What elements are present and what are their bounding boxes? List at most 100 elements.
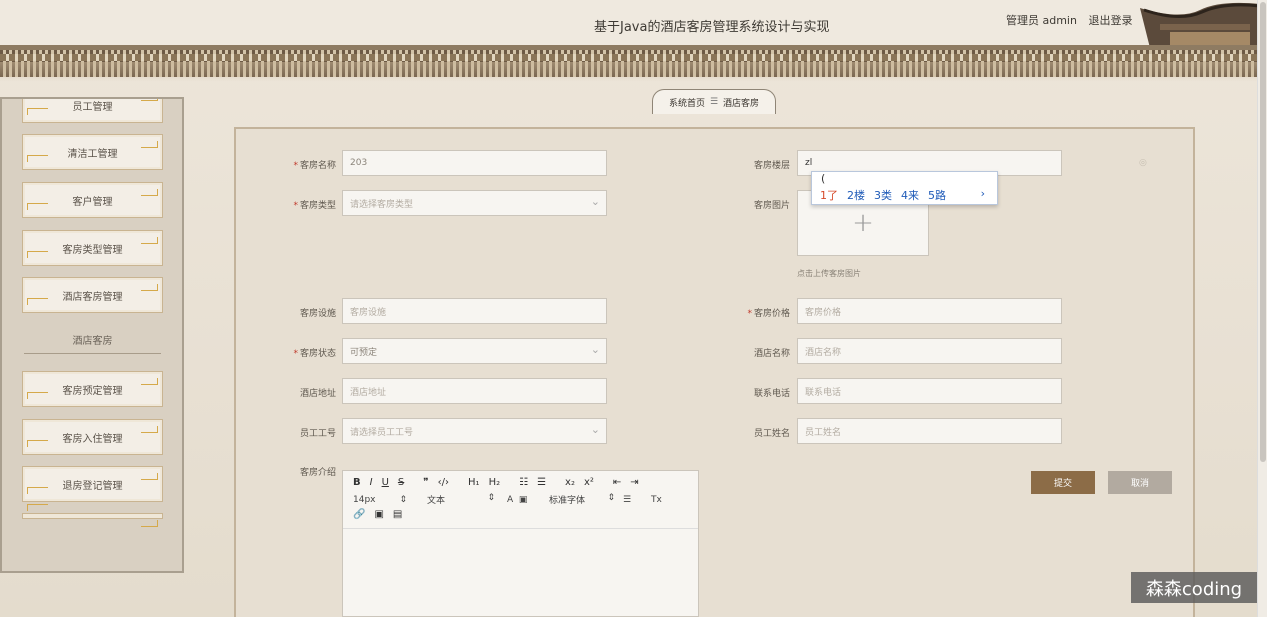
bold-icon[interactable]: B [353,477,361,488]
required-mark: * [293,349,298,359]
ime-candidate[interactable]: 1了 [820,187,838,203]
sidebar-item-label: 客房类型管理 [62,244,123,256]
room-name-label: * 客房名称 [293,161,336,171]
link-icon[interactable]: 🔗 [353,509,365,520]
breadcrumb-separator-icon: ☰ [709,97,719,107]
h2-icon[interactable]: H₂ [489,477,501,488]
hotel-name-input[interactable]: 酒店名称 [797,338,1062,364]
submit-button[interactable]: 提交 [1031,471,1095,494]
required-mark: * [747,309,752,319]
room-floor-label: 客房楼层 [753,161,790,171]
intro-label: 客房介绍 [299,468,336,478]
room-name-input[interactable]: 203 [342,150,607,176]
facilities-label: 客房设施 [299,309,336,319]
scrollbar-thumb[interactable] [1260,2,1266,462]
facilities-input[interactable]: 客房设施 [342,298,607,324]
sidebar-divider [24,353,161,354]
page-scrollbar[interactable] [1257,0,1267,617]
sidebar-item-hotel-room[interactable]: 酒店客房管理 [22,277,163,313]
ime-candidate[interactable]: 3类 [874,187,892,203]
quote-icon[interactable]: ❞ [423,477,428,488]
status-select[interactable]: 可预定 [342,338,607,364]
eye-icon: ◎ [1139,158,1147,168]
sidebar-item-label: 清洁工管理 [67,148,118,160]
sidebar-item-staff[interactable]: 员工管理 [22,99,163,123]
sidebar-item-label: 客户管理 [72,196,113,208]
plus-icon: + [852,208,874,238]
system-title: 基于Java的酒店客房管理系统设计与实现 [594,20,830,35]
sidebar-item-label: 客房入住管理 [62,433,123,445]
page: 基于Java的酒店客房管理系统设计与实现 管理员 admin 退出登录 员工管理… [0,0,1267,617]
sidebar-item-label: 退房登记管理 [62,480,123,492]
ime-candidate-popup: ( 1了 2楼 3类 4来 5路 › [811,171,998,205]
roof-decoration-icon [1140,2,1260,48]
hotel-address-input[interactable]: 酒店地址 [342,378,607,404]
staff-name-label: 员工姓名 [753,429,790,439]
upload-hint: 点击上传客房图片 [797,269,861,278]
sidebar-item-booking[interactable]: 客房预定管理 [22,371,163,407]
staff-name-input[interactable]: 员工姓名 [797,418,1062,444]
ime-candidate[interactable]: 4来 [901,187,919,203]
header: 基于Java的酒店客房管理系统设计与实现 管理员 admin 退出登录 [0,0,1267,48]
watermark: 森森coding [1131,572,1257,603]
room-type-select[interactable]: 请选择客房类型 [342,190,607,216]
toolbar-row: B I U S ❞ ‹/› H₁ H₂ ☷ ☰ x₂ x² ⇤ ⇥ [353,477,639,488]
indent-icon[interactable]: ⇥ [630,477,638,488]
editor-toolbar: B I U S ❞ ‹/› H₁ H₂ ☷ ☰ x₂ x² ⇤ ⇥ 14px ⇕… [343,471,698,529]
superscript-icon[interactable]: x² [584,477,594,488]
logout-link[interactable]: 退出登录 [1088,14,1132,27]
phone-input[interactable]: 联系电话 [797,378,1062,404]
ime-candidates: 1了 2楼 3类 4来 5路 [820,187,946,203]
toolbar-row: 14px ⇕ 文本 ⇕ A ▣ 标准字体 ⇕ ☰ Tx [353,493,662,506]
sidebar-item-checkout[interactable]: 退房登记管理 [22,466,163,502]
rich-text-editor[interactable]: B I U S ❞ ‹/› H₁ H₂ ☷ ☰ x₂ x² ⇤ ⇥ 14px ⇕… [342,470,699,617]
staff-id-select[interactable]: 请选择员工工号 [342,418,607,444]
image-icon[interactable]: ▣ [374,509,383,520]
user-area: 管理员 admin 退出登录 [1006,12,1140,28]
underline-icon[interactable]: U [382,477,389,488]
sidebar: 员工管理 清洁工管理 客户管理 客房类型管理 酒店客房管理 酒店客房 客房预定管… [0,97,184,573]
subscript-icon[interactable]: x₂ [565,477,575,488]
hotel-name-label: 酒店名称 [753,349,790,359]
user-label: 管理员 admin [1006,14,1077,27]
cancel-button[interactable]: 取消 [1108,471,1172,494]
code-icon[interactable]: ‹/› [438,477,449,488]
breadcrumb: 系统首页 ☰ 酒店客房 [652,89,776,114]
italic-icon[interactable]: I [370,477,373,488]
room-type-label: * 客房类型 [293,201,336,211]
sidebar-item-checkin[interactable]: 客房入住管理 [22,419,163,455]
outdent-icon[interactable]: ⇤ [613,477,621,488]
ime-candidate[interactable]: 2楼 [847,187,865,203]
clear-format-icon[interactable]: Tx [651,495,662,505]
sidebar-item-label: 酒店客房管理 [62,291,123,303]
phone-label: 联系电话 [753,389,790,399]
h1-icon[interactable]: H₁ [468,477,480,488]
sidebar-item-cleaner[interactable]: 清洁工管理 [22,134,163,170]
ime-next-icon[interactable]: › [981,187,985,200]
sidebar-item-room-type[interactable]: 客房类型管理 [22,230,163,266]
sidebar-item-label: 客房预定管理 [62,385,123,397]
toolbar-row: 🔗 ▣ ▤ [353,509,402,520]
hotel-address-label: 酒店地址 [299,389,336,399]
sidebar-item-partial[interactable] [22,504,163,527]
status-label: * 客房状态 [293,349,336,359]
price-input[interactable]: 客房价格 [797,298,1062,324]
breadcrumb-home[interactable]: 系统首页 [669,96,705,109]
room-image-label: 客房图片 [753,201,790,211]
band-fade [0,62,1267,82]
breadcrumb-current: 酒店客房 [723,98,760,109]
text-type-select[interactable]: 文本 ⇕ [427,493,507,506]
font-family-select[interactable]: 标准字体 ⇕ [549,493,623,506]
strike-icon[interactable]: S [398,477,404,488]
ime-candidate[interactable]: 5路 [928,187,946,203]
ordered-list-icon[interactable]: ☷ [519,477,528,488]
align-icon[interactable]: ☰ [623,495,651,505]
sidebar-item-label: 员工管理 [72,101,113,113]
video-icon[interactable]: ▤ [393,509,402,520]
font-color-icon[interactable]: A ▣ [507,495,549,505]
ime-composition: ( [821,172,826,185]
bullet-list-icon[interactable]: ☰ [537,477,546,488]
sidebar-item-customer[interactable]: 客户管理 [22,182,163,218]
required-mark: * [293,201,298,211]
font-size-select[interactable]: 14px ⇕ [353,495,427,505]
